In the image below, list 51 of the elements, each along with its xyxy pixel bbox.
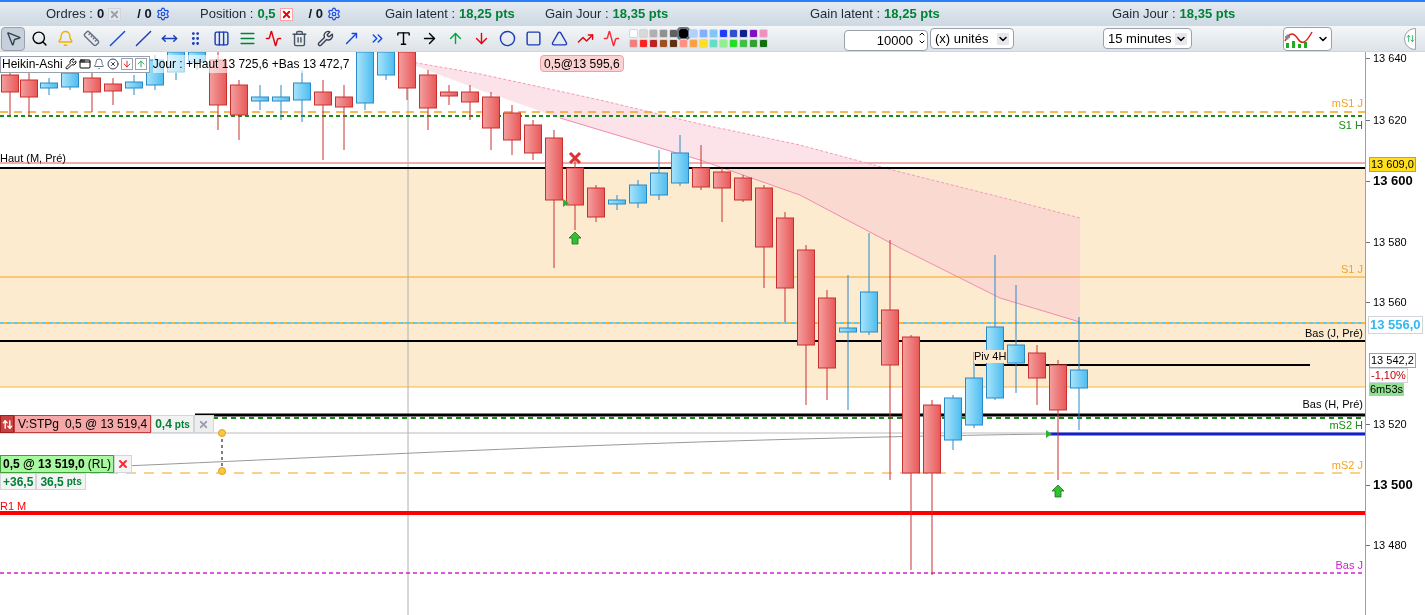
daily-range-text: Jour : +Haut 13 725,6 +Bas 13 472,7 <box>152 55 350 73</box>
level-label: R1 M <box>0 500 27 513</box>
gain-value: 18,35 pts <box>1179 5 1236 24</box>
price-tick-label: 13 600 <box>1373 174 1413 188</box>
price-tick-label: 13 620 <box>1373 113 1407 127</box>
counter-value: 0,5 <box>257 5 276 24</box>
level-label: Bas J <box>1335 559 1363 572</box>
level-label: S1 J <box>1341 263 1363 276</box>
counter-label: Ordres : <box>46 5 93 24</box>
price-tick-label: 13 640 <box>1373 51 1407 65</box>
trade-price-label: 0,5@13 595,6 <box>540 55 624 72</box>
gain-label: Gain latent : <box>810 5 881 24</box>
level-label: Bas (H, Pré) <box>1302 398 1363 411</box>
price-tag: 13 542,2 <box>1369 353 1416 368</box>
unit-select[interactable]: (x) unités <box>930 28 1014 49</box>
counter-total: / 0 <box>308 5 324 24</box>
counter-value: 0 <box>96 5 105 24</box>
level-label: S1 H <box>1338 119 1363 132</box>
counter-total: / 0 <box>137 5 152 24</box>
price-tick-label: 13 480 <box>1373 538 1407 552</box>
level-label: Bas (J, Pré) <box>1304 327 1363 340</box>
gain-value: 18,35 pts <box>612 5 669 24</box>
last-price-tag: 13 556,0 <box>1368 316 1423 334</box>
order-detail: 0,5 @ 13 519,4 <box>64 416 148 433</box>
gain-label: Gain Jour : <box>1112 5 1176 24</box>
level-label: Piv 4H <box>974 350 1007 363</box>
price-tick-label: 13 580 <box>1373 235 1407 249</box>
position-order-label[interactable]: 0,5 @ 13 519,0 (RL) <box>0 455 115 473</box>
order-distance: 0,4 pts <box>151 415 194 433</box>
position-gain-points: 36,5 pts <box>36 473 86 490</box>
level-label: mS1 J <box>1331 97 1363 110</box>
counter-label: Position : <box>200 5 254 24</box>
price-tick-label: 13 520 <box>1373 417 1407 431</box>
chart-style-label[interactable]: Heikin-Ashi <box>2 55 63 73</box>
gain-value: 18,25 pts <box>884 5 940 24</box>
timer-tag: 6m53s <box>1369 383 1405 396</box>
change-tag: -1,10% <box>1369 368 1408 383</box>
gain-label: Gain latent : <box>385 5 456 24</box>
gain-value: 18,25 pts <box>459 5 515 24</box>
price-tick-label: 13 500 <box>1373 478 1413 492</box>
price-tick-label: 13 560 <box>1373 295 1407 309</box>
level-label: mS2 H <box>1329 419 1363 432</box>
position-gain: +36,5 <box>0 473 37 490</box>
level-label: Haut (M, Pré) <box>0 152 66 165</box>
gain-label: Gain Jour : <box>545 5 609 24</box>
price-tag: 13 609,0 <box>1369 157 1416 172</box>
order-type: V:STPg <box>18 416 59 433</box>
level-label: mS2 J <box>1331 459 1363 472</box>
quantity-field[interactable]: 10000 <box>844 30 928 51</box>
timeframe-select[interactable]: 15 minutes <box>1103 28 1192 49</box>
stop-order-label[interactable]: V:STPg 0,5 @ 13 519,4 <box>14 415 152 433</box>
